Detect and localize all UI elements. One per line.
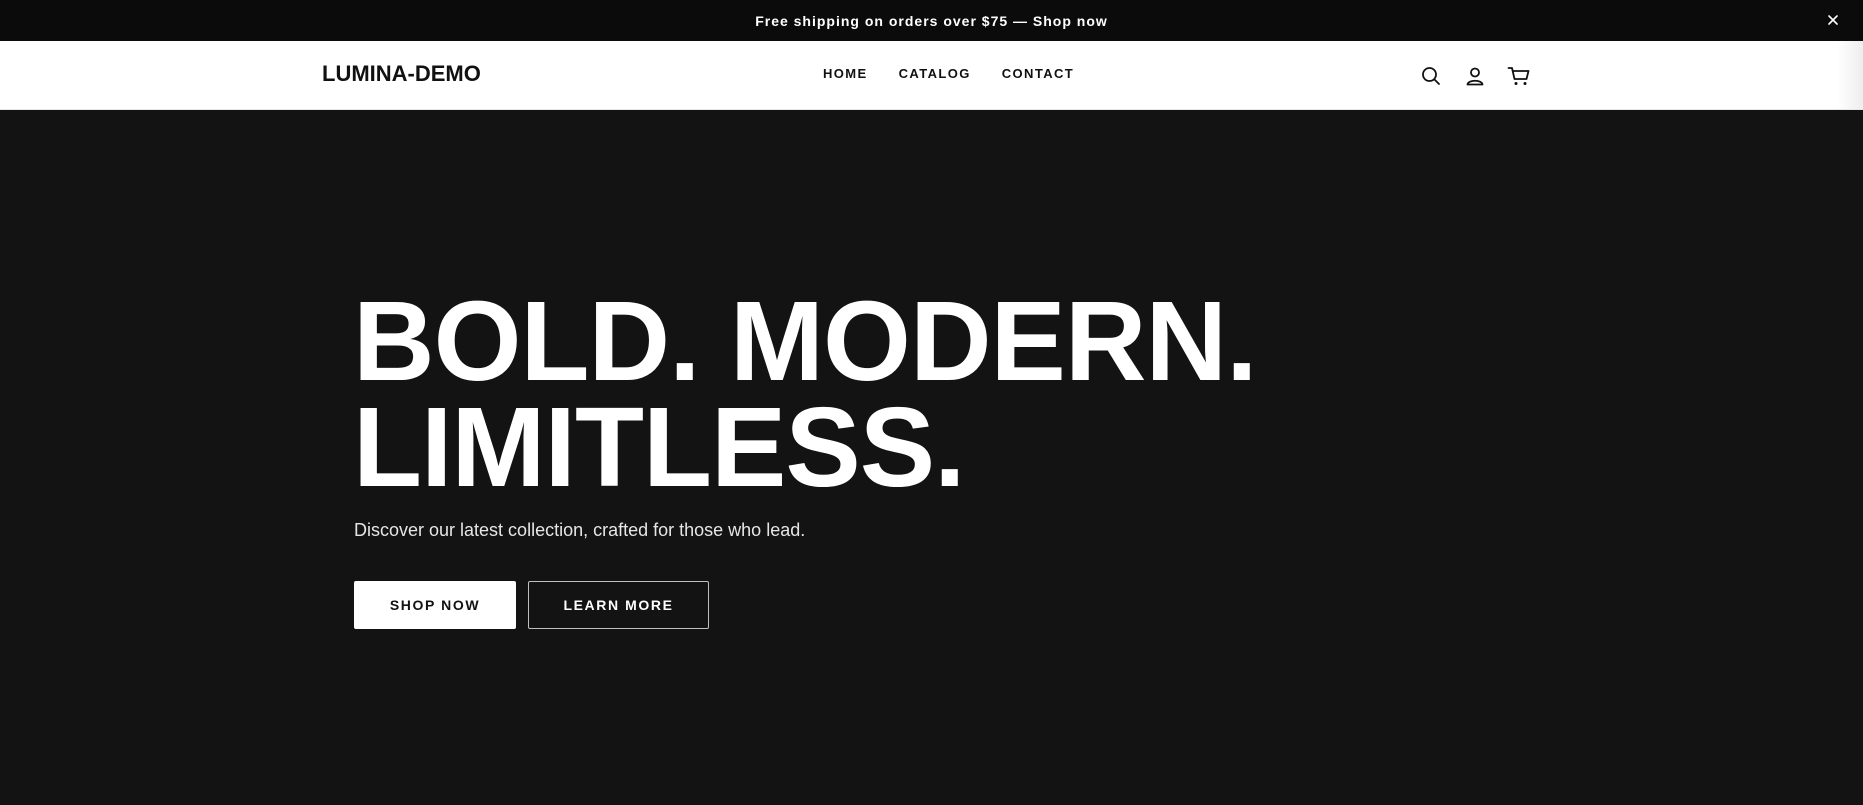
hero-title-line-1: BOLD. MODERN. bbox=[353, 278, 1258, 404]
announcement-bar: Free shipping on orders over $75 — Shop … bbox=[0, 0, 1863, 41]
nav-item-contact[interactable]: CONTACT bbox=[1002, 66, 1074, 81]
search-icon[interactable] bbox=[1417, 62, 1444, 89]
hero-subtitle: Discover our latest collection, crafted … bbox=[354, 520, 806, 540]
learn-more-button[interactable]: LEARN MORE bbox=[528, 581, 709, 629]
nav-item-catalog[interactable]: CATALOG bbox=[899, 66, 971, 81]
nav-item-home[interactable]: HOME bbox=[823, 66, 868, 81]
hero-section: BOLD. MODERN. LIMITLESS. Discover our la… bbox=[0, 110, 1863, 805]
site-logo[interactable]: LUMINA-DEMO bbox=[322, 61, 481, 87]
account-icon[interactable] bbox=[1461, 62, 1488, 89]
close-icon[interactable] bbox=[1825, 12, 1841, 28]
hero-title: BOLD. MODERN. LIMITLESS. bbox=[353, 278, 1258, 510]
site-header: LUMINA-DEMO HOME CATALOG CONTACT bbox=[0, 41, 1863, 110]
announcement-text[interactable]: Free shipping on orders over $75 — Shop … bbox=[755, 13, 1108, 29]
header-icons bbox=[1417, 62, 1532, 89]
hero-title-line-2: LIMITLESS. bbox=[353, 384, 965, 510]
main-nav: HOME CATALOG CONTACT bbox=[823, 66, 1074, 81]
shop-now-button[interactable]: SHOP NOW bbox=[354, 581, 516, 629]
hero-buttons: SHOP NOW LEARN MORE bbox=[354, 581, 709, 629]
cart-icon[interactable] bbox=[1505, 62, 1532, 89]
